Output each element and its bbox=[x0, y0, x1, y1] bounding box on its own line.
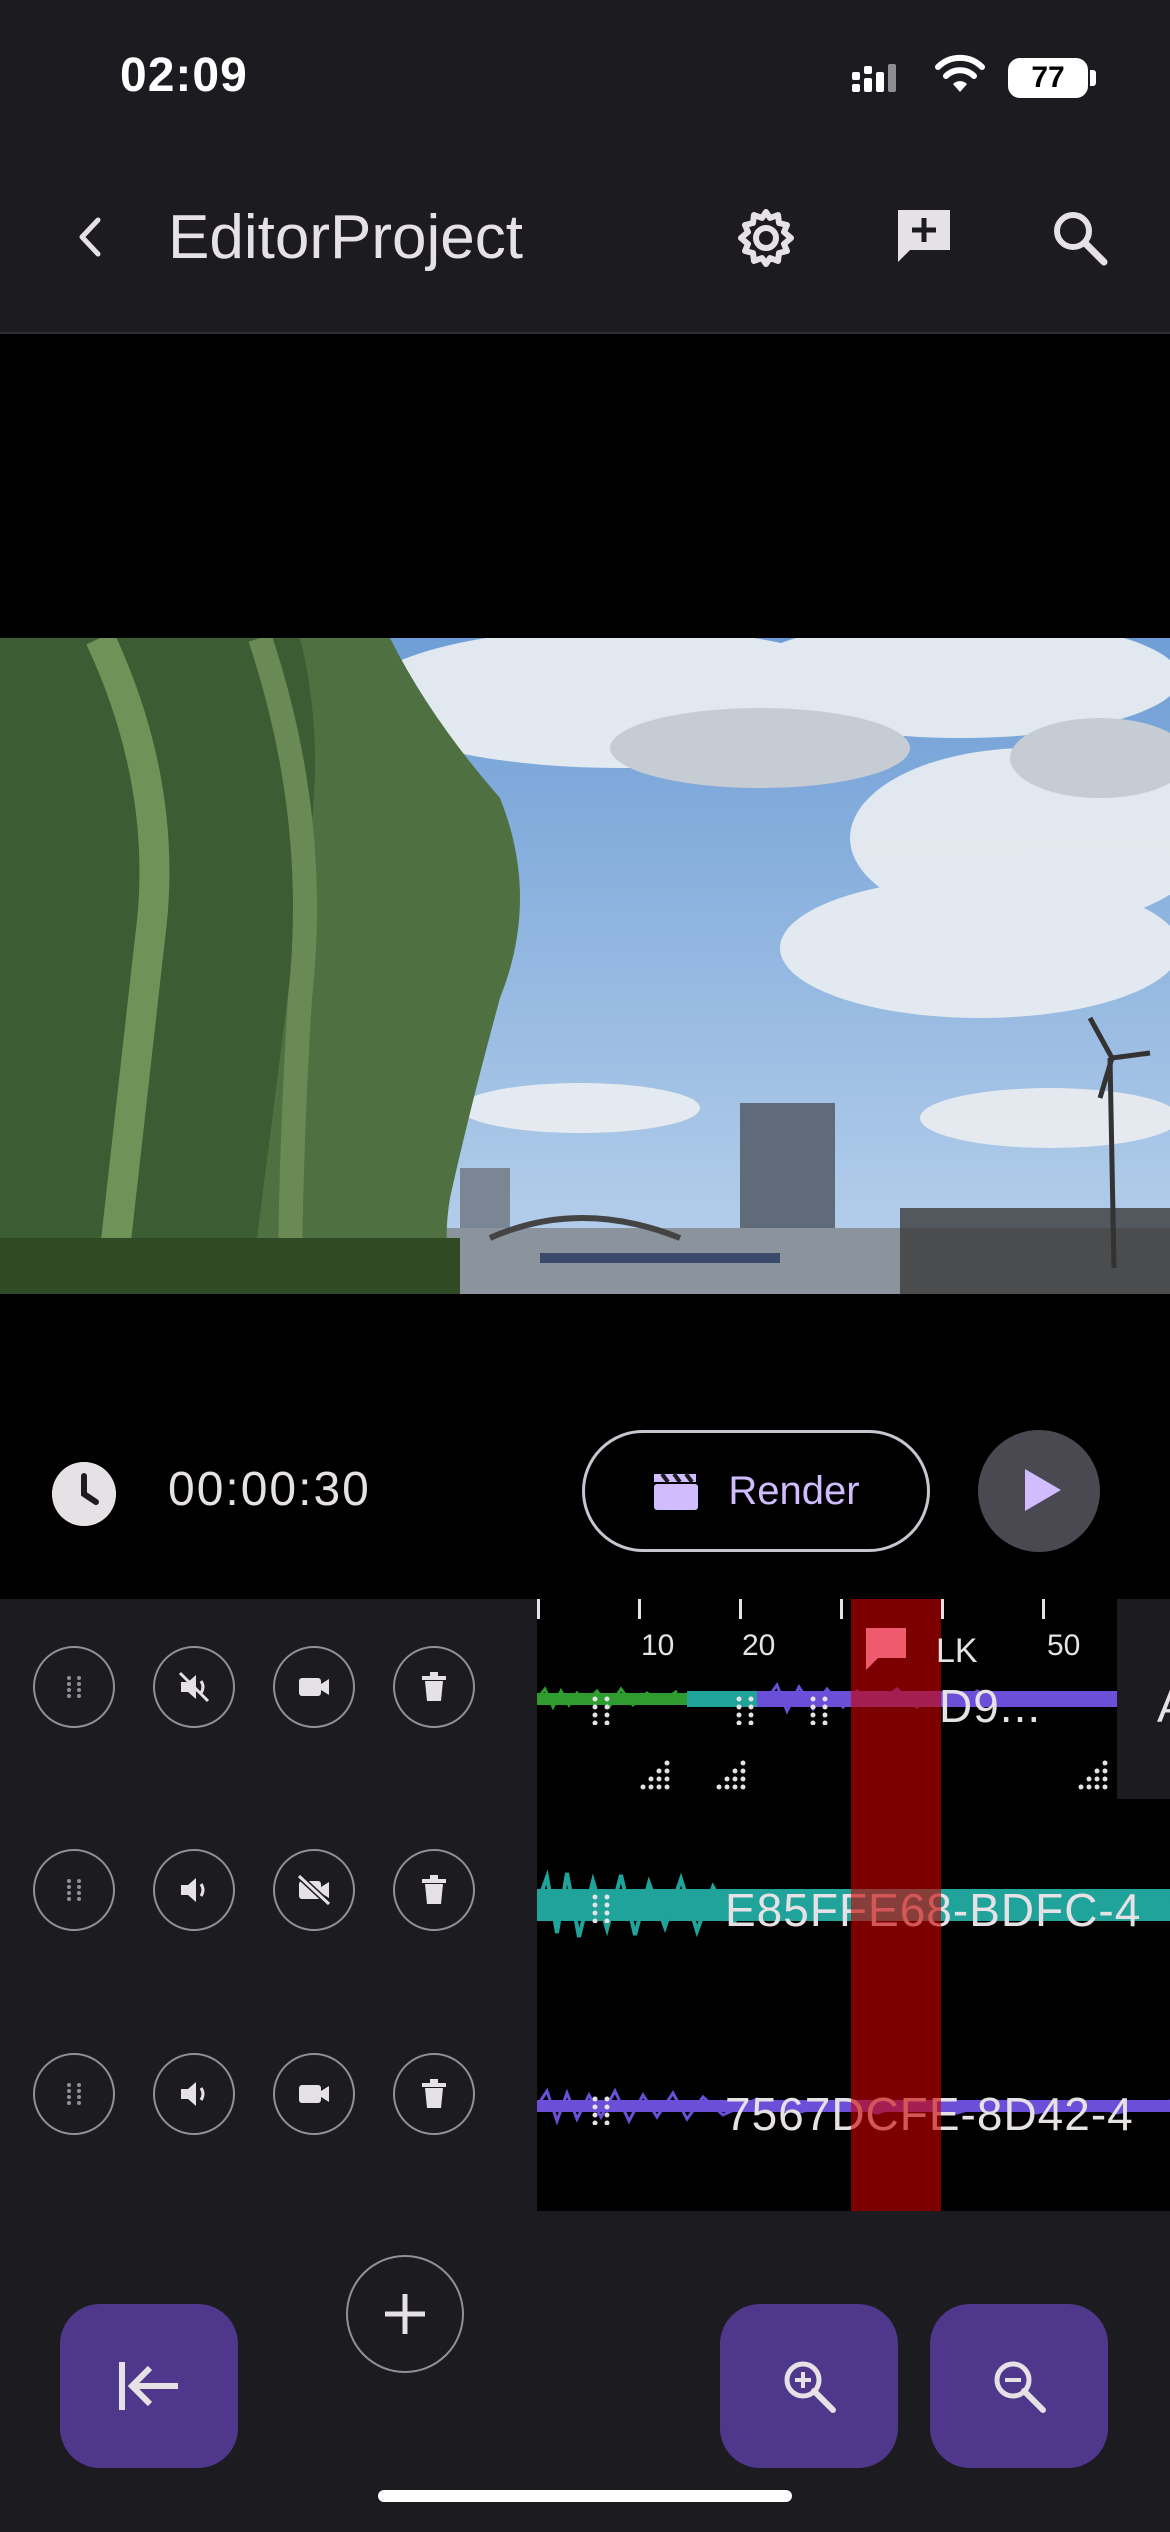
render-button[interactable]: Render bbox=[582, 1430, 930, 1552]
track-2-drag-handle[interactable] bbox=[33, 1849, 115, 1931]
video-scene-image bbox=[0, 638, 1170, 1294]
video-camera-off-icon bbox=[296, 1874, 332, 1906]
timecode-display: 00:00:30 bbox=[168, 1463, 371, 1516]
add-track-button[interactable] bbox=[346, 2255, 464, 2373]
wifi-icon bbox=[935, 54, 985, 92]
track-2-volume-button[interactable] bbox=[153, 1849, 235, 1931]
home-indicator bbox=[378, 2490, 792, 2502]
video-camera-icon bbox=[299, 2085, 329, 2103]
jump-to-start-button[interactable] bbox=[60, 2304, 238, 2468]
track-1-video-button[interactable] bbox=[273, 1646, 355, 1728]
resize-corner-icon[interactable] bbox=[713, 1759, 749, 1791]
trim-handle-icon[interactable] bbox=[589, 1695, 615, 1725]
track-2-video-off-button[interactable] bbox=[273, 1849, 355, 1931]
track-3-drag-handle[interactable] bbox=[33, 2053, 115, 2135]
video-camera-icon bbox=[299, 1678, 329, 1696]
track-1-drag-handle[interactable] bbox=[33, 1646, 115, 1728]
ruler-label: 10 bbox=[641, 1629, 675, 1662]
volume-on-icon bbox=[181, 1878, 205, 1902]
volume-on-icon bbox=[181, 2082, 205, 2106]
page-title: EditorProject bbox=[168, 203, 523, 272]
battery-indicator: 77 bbox=[1008, 58, 1088, 98]
ruler-label: 20 bbox=[742, 1629, 776, 1662]
zoom-out-icon bbox=[994, 2361, 1046, 2413]
trim-handle-icon[interactable] bbox=[733, 1695, 759, 1725]
status-time: 02:09 bbox=[120, 49, 248, 102]
comment-marker-label: LK bbox=[936, 1632, 978, 1670]
trash-icon bbox=[422, 1672, 446, 1701]
track-1-clip-label: D9... bbox=[939, 1680, 1042, 1732]
settings-icon[interactable] bbox=[734, 206, 798, 270]
volume-off-icon bbox=[178, 1671, 210, 1703]
ruler-tick bbox=[537, 1599, 540, 1619]
ruler-tick bbox=[638, 1599, 641, 1619]
trim-handle-icon[interactable] bbox=[589, 1893, 615, 1923]
drag-handle-icon bbox=[67, 2083, 81, 2105]
trash-icon bbox=[422, 2079, 446, 2108]
render-label: Render bbox=[728, 1468, 860, 1513]
trim-handle-icon[interactable] bbox=[807, 1695, 833, 1725]
track-3-volume-button[interactable] bbox=[153, 2053, 235, 2135]
track-2-delete-button[interactable] bbox=[393, 1849, 475, 1931]
track-1-volume-muted-button[interactable] bbox=[153, 1646, 235, 1728]
play-icon bbox=[1025, 1468, 1061, 1511]
back-icon[interactable] bbox=[70, 212, 110, 262]
track-3-video-button[interactable] bbox=[273, 2053, 355, 2135]
resize-corner-icon[interactable] bbox=[637, 1759, 673, 1791]
zoom-in-icon bbox=[784, 2361, 836, 2413]
add-comment-icon[interactable] bbox=[892, 206, 956, 270]
comment-marker-icon[interactable] bbox=[862, 1626, 910, 1672]
clapperboard-icon bbox=[654, 1472, 699, 1510]
track-controls-panel bbox=[0, 1599, 537, 2211]
trim-handle-icon[interactable] bbox=[589, 2095, 615, 2125]
track-3-delete-button[interactable] bbox=[393, 2053, 475, 2135]
zoom-in-button[interactable] bbox=[720, 2304, 898, 2468]
ruler-tick bbox=[840, 1599, 843, 1619]
play-button[interactable] bbox=[978, 1430, 1100, 1552]
track-1-partial-clip-label: A bbox=[1157, 1679, 1170, 1733]
plus-icon bbox=[385, 2294, 425, 2334]
drag-handle-icon bbox=[67, 1879, 81, 1901]
clock-icon bbox=[52, 1462, 116, 1526]
drag-handle-icon bbox=[67, 1676, 81, 1698]
battery-cap bbox=[1090, 70, 1096, 86]
search-icon[interactable] bbox=[1048, 206, 1112, 270]
ruler-tick bbox=[941, 1599, 944, 1619]
track-1-delete-button[interactable] bbox=[393, 1646, 475, 1728]
cellular-signal-icon bbox=[852, 64, 896, 92]
ruler-tick bbox=[739, 1599, 742, 1619]
resize-corner-icon[interactable] bbox=[1075, 1759, 1111, 1791]
zoom-out-button[interactable] bbox=[930, 2304, 1108, 2468]
jump-to-start-icon bbox=[119, 2362, 178, 2410]
ruler-label: 50 bbox=[1047, 1629, 1081, 1662]
video-frame[interactable] bbox=[0, 638, 1170, 1294]
trash-icon bbox=[422, 1875, 446, 1904]
ruler-tick bbox=[1042, 1599, 1045, 1619]
status-bar: 02:09 77 bbox=[0, 0, 1170, 150]
